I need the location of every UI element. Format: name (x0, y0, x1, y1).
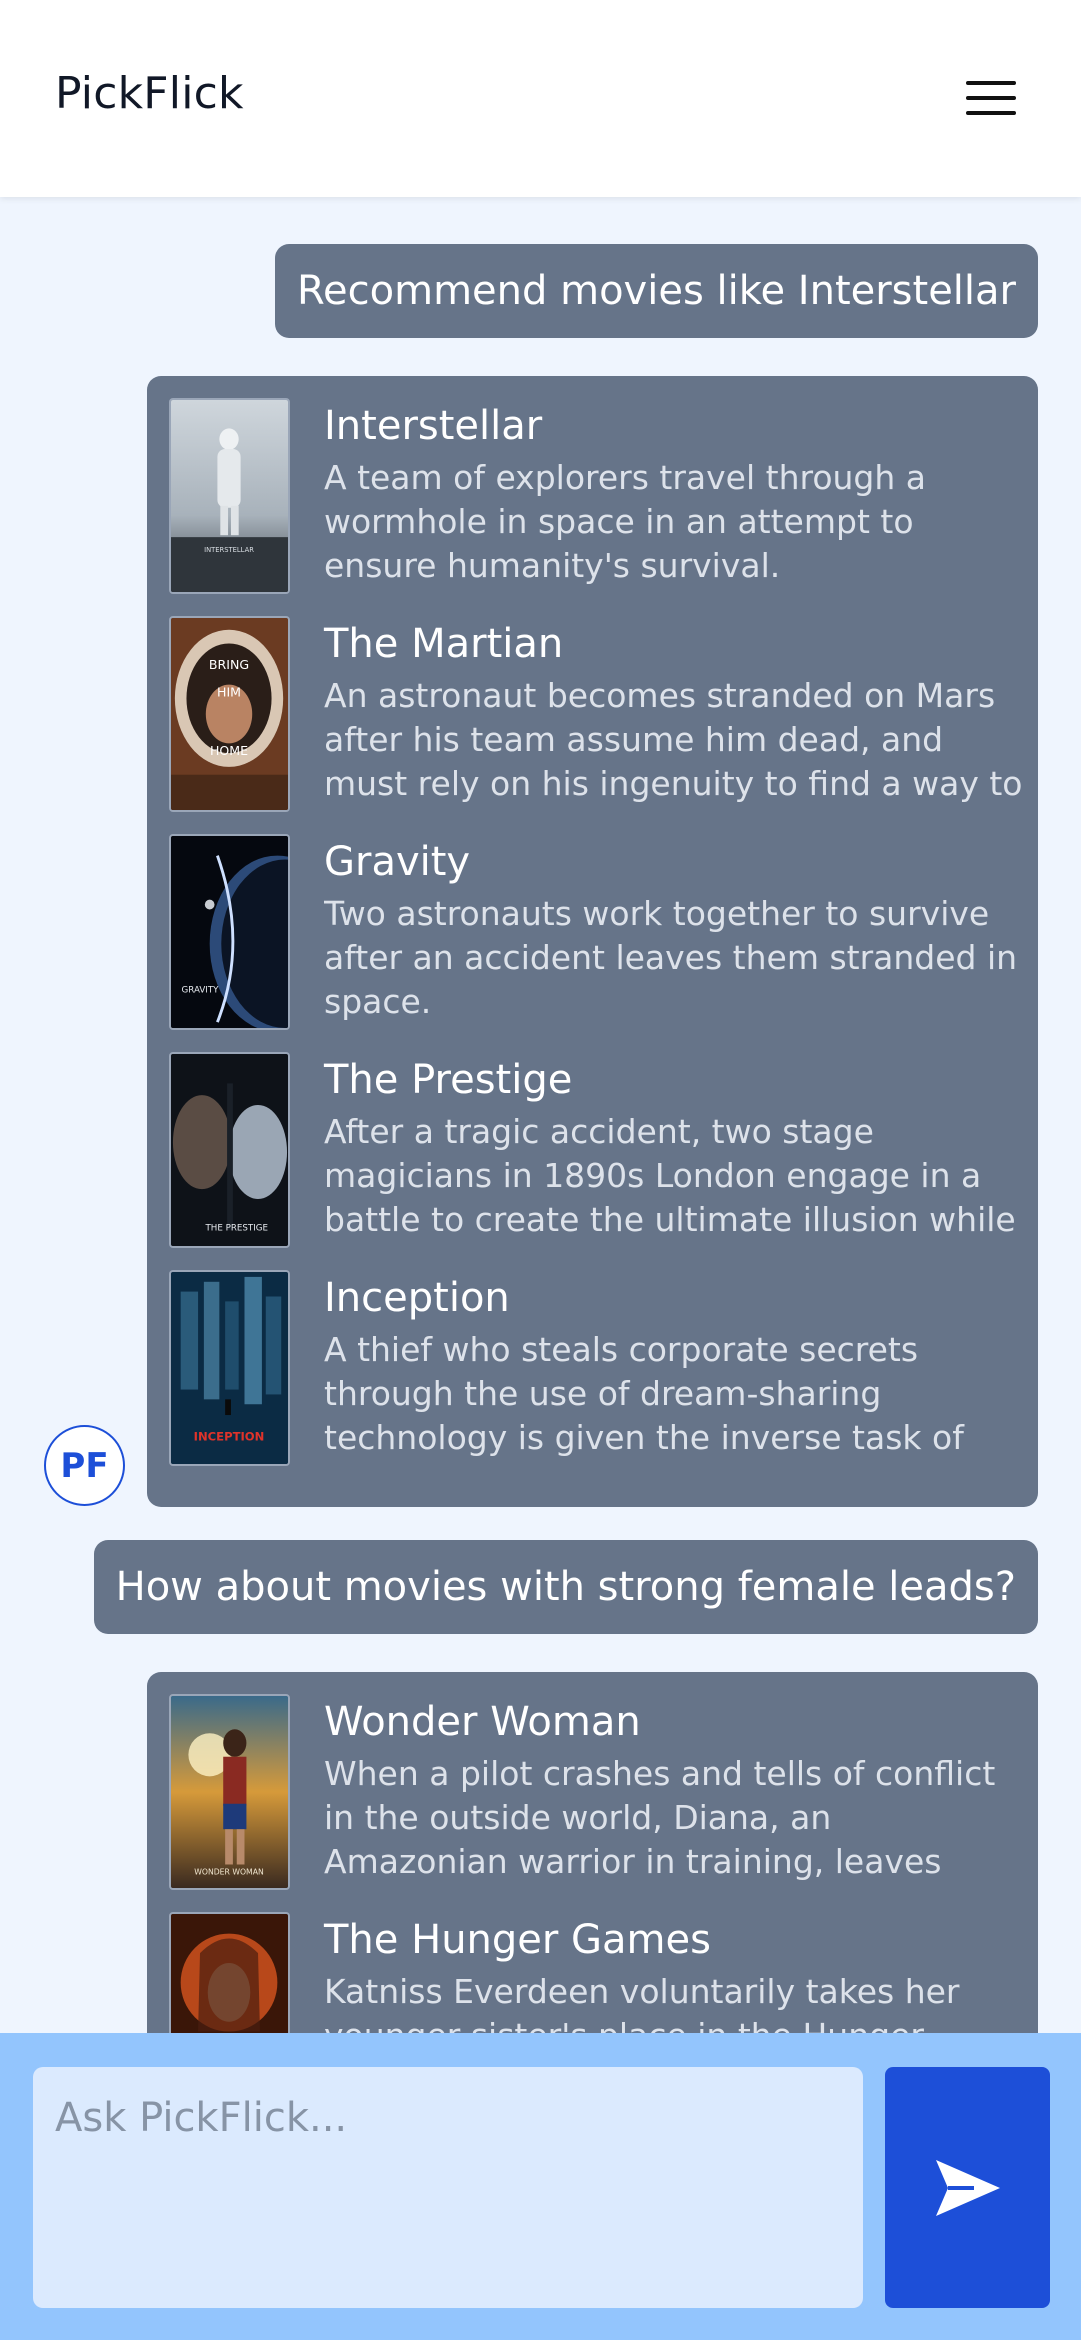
movie-description: A thief who steals corporate secrets thr… (324, 1330, 964, 1457)
svg-text:INTERSTELLAR: INTERSTELLAR (204, 546, 254, 554)
app-header: PickFlick (0, 0, 1081, 197)
movie-poster-image[interactable]: BRING HIM HOME (169, 616, 290, 812)
movie-description: Katniss Everdeen voluntarily takes her y… (324, 1972, 960, 2033)
recommendation-card: INTERSTELLAR Interstellar A team of expl… (147, 376, 1038, 1507)
movie-title: Inception (324, 1275, 510, 1321)
svg-text:HOME: HOME (210, 743, 248, 758)
movie-item[interactable]: INCEPTION Inception A thief who steals c… (169, 1270, 1016, 1488)
svg-text:HIM: HIM (217, 684, 241, 699)
svg-text:WONDER WOMAN: WONDER WOMAN (194, 1867, 264, 1876)
chat-thread[interactable]: Recommend movies like Interstellar INTER… (0, 197, 1081, 2033)
movie-description: When a pilot crashes and tells of confli… (324, 1754, 996, 1881)
ask-input[interactable] (33, 2067, 863, 2308)
movie-item[interactable]: INTERSTELLAR Interstellar A team of expl… (169, 398, 1016, 616)
movie-description: An astronaut becomes stranded on Mars af… (324, 676, 1023, 803)
movie-title: The Martian (324, 621, 564, 667)
movie-title: Interstellar (324, 403, 543, 449)
composer-bar (0, 2033, 1081, 2340)
movie-description: Two astronauts work together to survive … (324, 894, 1018, 1021)
movie-description: After a tragic accident, two stage magic… (324, 1112, 1016, 1239)
movie-poster-image[interactable]: THE PRESTIGE (169, 1052, 290, 1248)
user-message: How about movies with strong female lead… (93, 1540, 1038, 1634)
movie-description: A team of explorers travel through a wor… (324, 458, 927, 585)
movie-title: Gravity (324, 839, 471, 885)
movie-title: The Hunger Games (324, 1917, 711, 1963)
send-icon (935, 2159, 1000, 2216)
movie-item[interactable]: THE PRESTIGE The Prestige After a tragic… (169, 1052, 1016, 1270)
movie-poster-image[interactable]: INTERSTELLAR (169, 398, 290, 594)
brand-logo[interactable]: PickFlick (55, 68, 244, 119)
movie-title: The Prestige (324, 1057, 573, 1103)
svg-text:THE PRESTIGE: THE PRESTIGE (205, 1223, 269, 1233)
user-message: Recommend movies like Interstellar (275, 244, 1038, 338)
recommendation-card: WONDER WOMAN Wonder Woman When a pilot c… (147, 1672, 1038, 2033)
svg-text:GRAVITY: GRAVITY (182, 986, 220, 996)
app-root: PickFlick Recommend movies like Interste… (0, 0, 1081, 2340)
movie-item[interactable]: The Hunger Games Katniss Everdeen volunt… (169, 1912, 1016, 2033)
send-button[interactable] (885, 2067, 1050, 2308)
svg-text:INCEPTION: INCEPTION (194, 1429, 265, 1443)
movie-title: Wonder Woman (324, 1699, 641, 1745)
movie-item[interactable]: GRAVITY Gravity Two astronauts work toge… (169, 834, 1017, 1052)
movie-poster-image[interactable]: GRAVITY (169, 834, 290, 1030)
hamburger-menu-icon[interactable] (966, 78, 1018, 118)
movie-item[interactable]: BRING HIM HOME The Martian An astronaut … (169, 616, 1023, 834)
assistant-avatar: PF (44, 1425, 125, 1506)
svg-text:BRING: BRING (209, 657, 249, 672)
movie-poster-image[interactable]: WONDER WOMAN (169, 1694, 290, 1890)
movie-item[interactable]: WONDER WOMAN Wonder Woman When a pilot c… (169, 1694, 1016, 1912)
movie-poster-image[interactable] (169, 1912, 290, 2033)
movie-poster-image[interactable]: INCEPTION (169, 1270, 290, 1466)
